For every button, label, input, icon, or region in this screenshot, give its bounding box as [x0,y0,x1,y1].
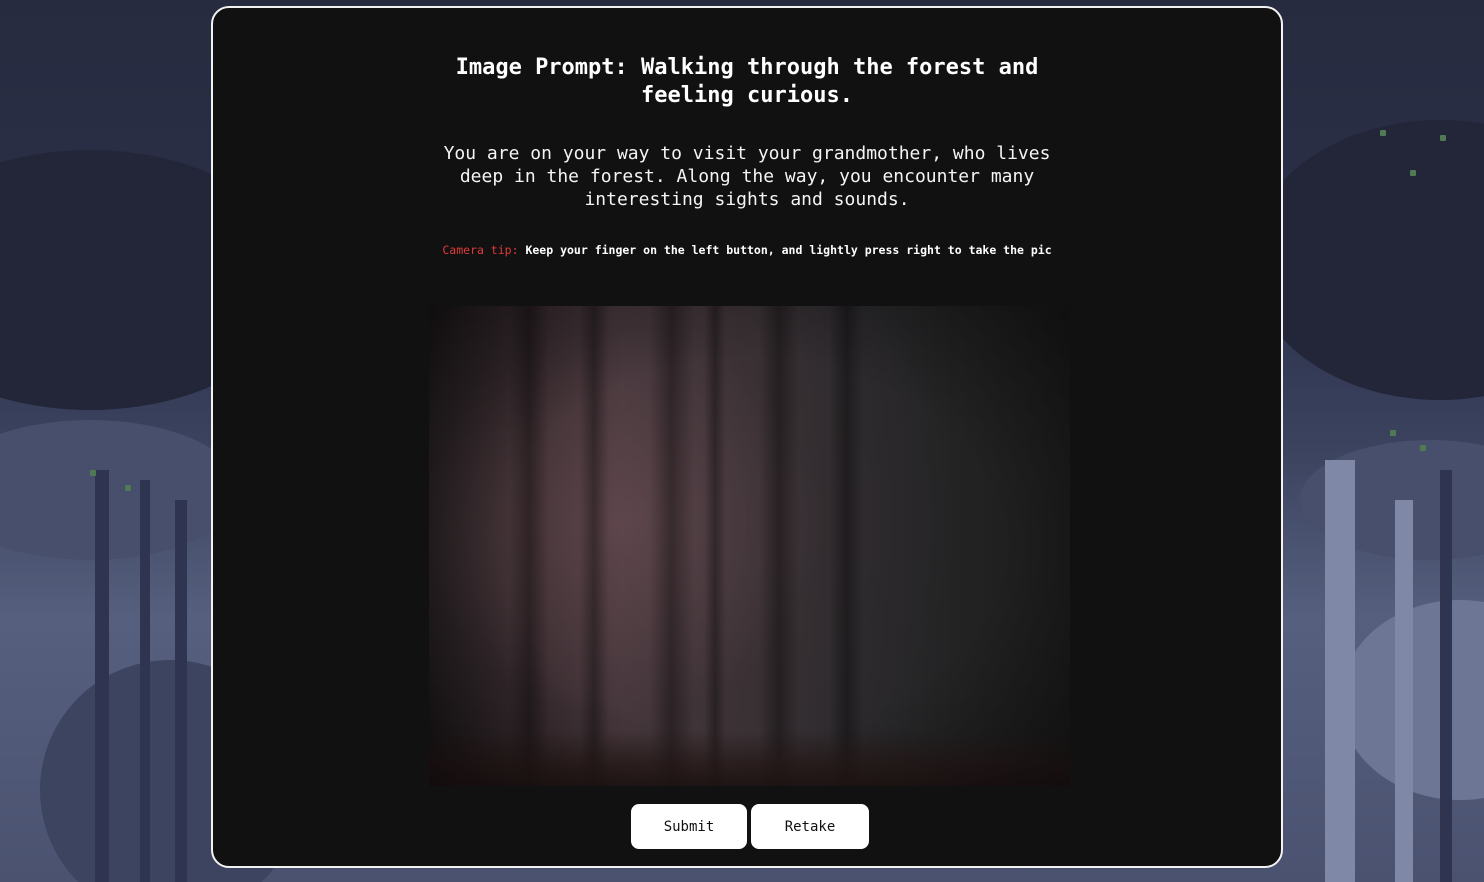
tree-trunk [95,470,109,882]
tree-trunk [175,500,187,882]
tree-canopy [0,420,240,560]
tree-trunk [1325,460,1355,882]
camera-tip-text: Keep your finger on the left button, and… [525,243,1052,257]
retake-button[interactable]: Retake [750,803,870,850]
leaf [1410,170,1416,176]
prompt-title: Image Prompt: Walking through the forest… [455,55,1039,108]
prompt-card: Image Prompt: Walking through the forest… [211,6,1283,868]
leaf [1440,135,1446,141]
leaf [1390,430,1396,436]
tree-trunk [1395,500,1413,882]
camera-tip: Camera tip: Keep your finger on the left… [437,243,1057,258]
leaf [1380,130,1386,136]
camera-tip-label: Camera tip: [442,243,519,257]
prompt-story: You are on your way to visit your grandm… [443,143,1051,210]
captured-photo [429,306,1070,786]
tree-trunk [140,480,150,882]
tree-trunk [1440,470,1452,882]
photo-vignette [429,306,1070,786]
leaf [1420,445,1426,451]
submit-button[interactable]: Submit [630,803,748,850]
tree-canopy [1250,120,1484,400]
leaf [125,485,131,491]
leaf [90,470,96,476]
